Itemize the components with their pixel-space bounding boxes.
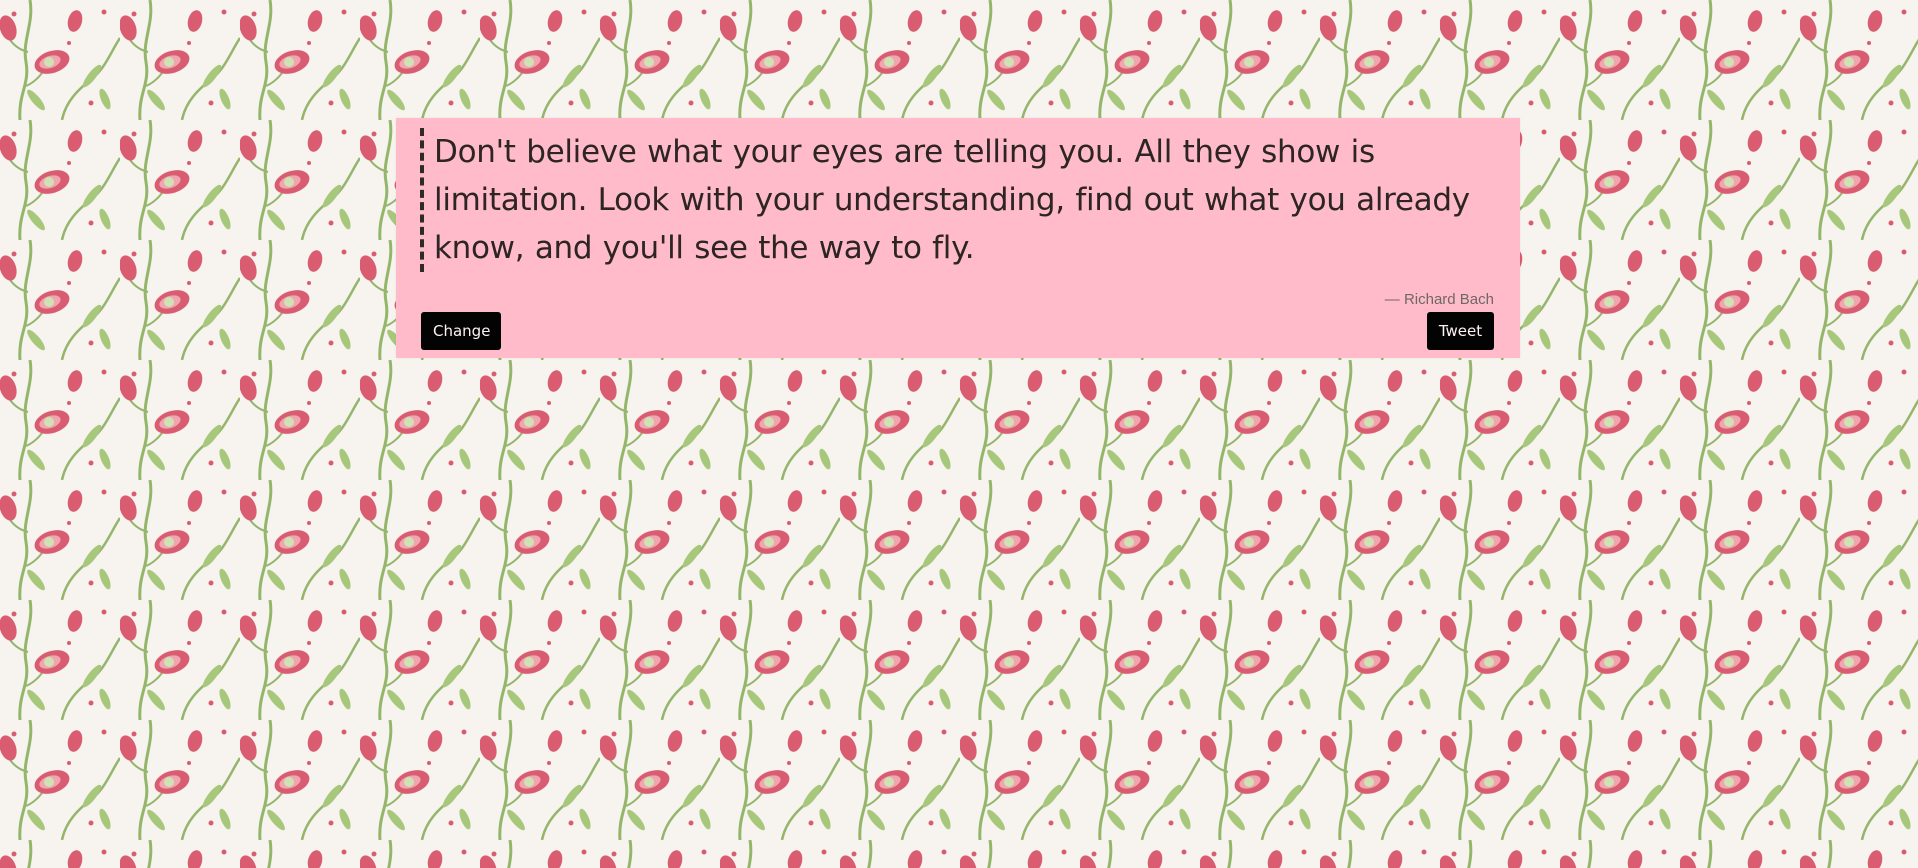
- quote-author: — Richard Bach: [1384, 291, 1494, 308]
- tweet-button[interactable]: Tweet: [1427, 312, 1494, 350]
- quote-card: Don't believe what your eyes are telling…: [396, 118, 1520, 358]
- quote-text: Don't believe what your eyes are telling…: [434, 134, 1470, 266]
- quote-block: Don't believe what your eyes are telling…: [420, 128, 1490, 272]
- change-button[interactable]: Change: [421, 312, 501, 350]
